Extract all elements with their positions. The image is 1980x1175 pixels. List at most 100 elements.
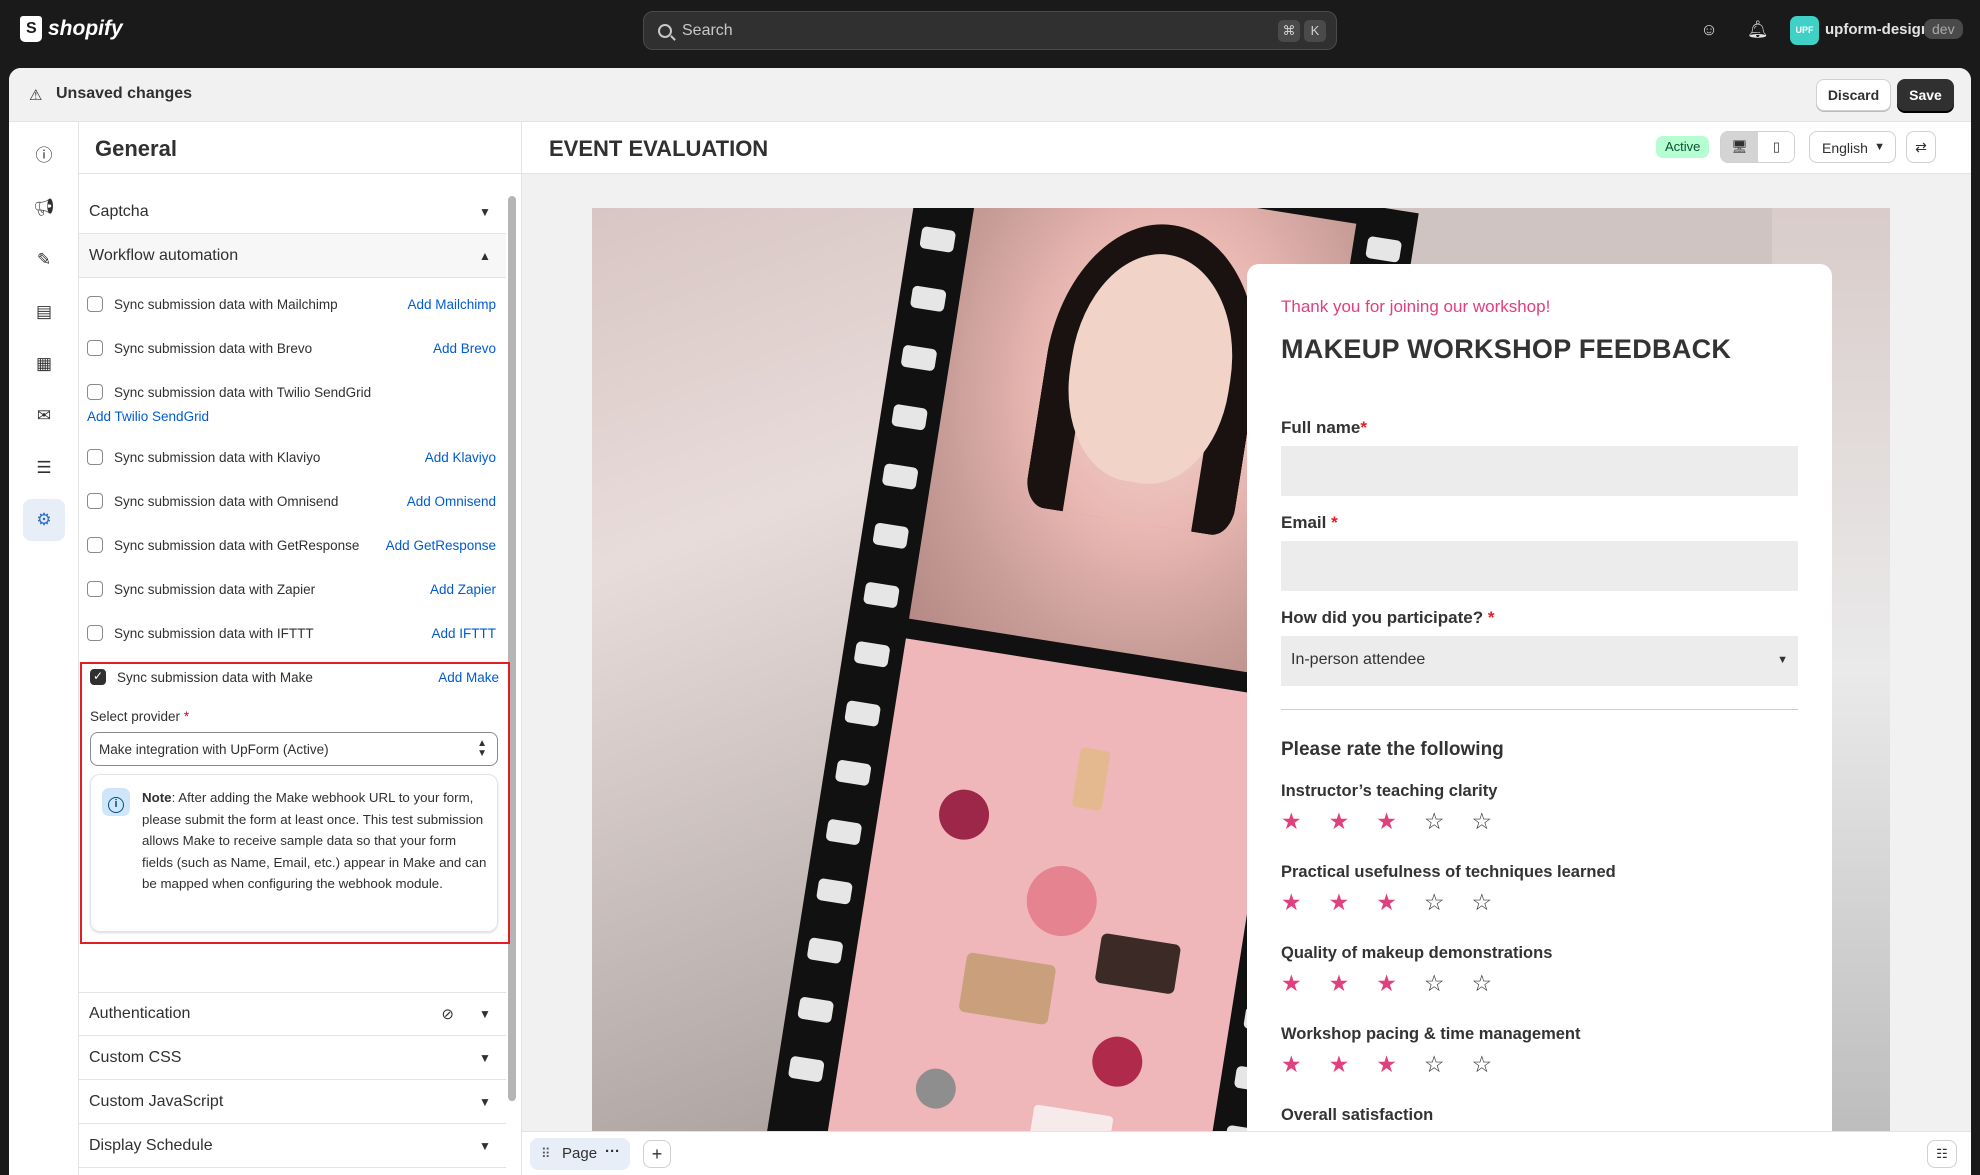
mail-icon[interactable]: ✉ [23, 395, 65, 437]
star-filled-icon[interactable]: ★ [1281, 1053, 1302, 1076]
star-filled-icon[interactable]: ★ [1329, 891, 1350, 914]
discard-button[interactable]: Discard [1816, 79, 1891, 111]
search-icon [658, 23, 672, 38]
eye-off-icon[interactable]: ⊘ [441, 1005, 454, 1023]
accordion-label: Captcha [89, 202, 149, 220]
checkbox[interactable] [87, 384, 103, 400]
star-empty-icon[interactable]: ☆ [1472, 1053, 1493, 1076]
star-empty-icon[interactable]: ☆ [1472, 891, 1493, 914]
store-name[interactable]: upform-design [1825, 21, 1930, 38]
megaphone-icon[interactable]: 📢︎ [23, 187, 65, 229]
info-icon[interactable]: ⓘ [23, 135, 65, 177]
form-icon[interactable]: ▦ [23, 343, 65, 385]
add-klaviyo-link[interactable]: Add Klaviyo [425, 450, 496, 465]
checkbox[interactable] [87, 493, 103, 509]
star-empty-icon[interactable]: ☆ [1472, 972, 1493, 995]
search-input[interactable]: Search ⌘ K [643, 11, 1337, 50]
drag-handle-icon[interactable]: ⠿ [541, 1146, 551, 1162]
checkbox[interactable] [87, 537, 103, 553]
accordion-authentication[interactable]: Authentication ⊘ ▼ [79, 992, 506, 1036]
panel-title: General [95, 136, 177, 161]
star-empty-icon[interactable]: ☆ [1472, 810, 1493, 833]
add-brevo-link[interactable]: Add Brevo [433, 341, 496, 356]
integration-label: Sync submission data with Twilio SendGri… [114, 385, 372, 400]
add-ifttt-link[interactable]: Add IFTTT [431, 626, 496, 641]
add-zapier-link[interactable]: Add Zapier [430, 582, 496, 597]
make-integration-highlight: ✓ Sync submission data with Make Add Mak… [80, 662, 510, 944]
shopify-bag-icon [20, 16, 42, 42]
add-getresponse-link[interactable]: Add GetResponse [386, 538, 496, 553]
preview-settings-icon[interactable]: ⇄ [1906, 131, 1936, 163]
accordion-custom-javascript[interactable]: Custom JavaScript ▼ [79, 1080, 506, 1124]
panel-scrollbar[interactable] [508, 196, 516, 1101]
star-filled-icon[interactable]: ★ [1376, 972, 1397, 995]
chevron-down-icon: ▼ [479, 204, 491, 219]
accordion-display-schedule[interactable]: Display Schedule ▼ [79, 1124, 506, 1168]
page-tab[interactable]: ⠿ Page ··· [530, 1138, 630, 1170]
star-filled-icon[interactable]: ★ [1376, 891, 1397, 914]
star-empty-icon[interactable]: ☆ [1424, 972, 1445, 995]
star-filled-icon[interactable]: ★ [1329, 810, 1350, 833]
filter-icon[interactable]: ☰ [23, 447, 65, 489]
participation-select[interactable]: In-person attendee ▼ [1281, 636, 1798, 686]
star-empty-icon[interactable]: ☆ [1424, 1053, 1445, 1076]
accordion-workflow-automation[interactable]: Workflow automation ▲ [79, 234, 506, 278]
chevron-down-icon: ▼ [479, 1050, 491, 1065]
add-omnisend-link[interactable]: Add Omnisend [407, 494, 496, 509]
star-rating[interactable]: ★ ★ ★ ☆ ☆ [1281, 1053, 1492, 1076]
checkbox[interactable] [87, 340, 103, 356]
save-button[interactable]: Save [1897, 79, 1954, 111]
brush-icon[interactable]: ✎ [23, 239, 65, 281]
warning-icon: ⚠ [29, 87, 43, 104]
email-input[interactable] [1281, 541, 1798, 591]
more-icon[interactable]: ··· [605, 1143, 620, 1160]
add-mailchimp-link[interactable]: Add Mailchimp [407, 297, 496, 312]
checkbox-checked[interactable]: ✓ [90, 669, 106, 685]
brand-name: shopify [48, 17, 123, 40]
chevron-down-icon: ▼ [479, 1094, 491, 1109]
checkbox[interactable] [87, 625, 103, 641]
add-twilio-sendgrid-link[interactable]: Add Twilio SendGrid [87, 409, 209, 424]
star-filled-icon[interactable]: ★ [1281, 810, 1302, 833]
mobile-icon[interactable]: ▯ [1758, 132, 1794, 162]
star-rating[interactable]: ★ ★ ★ ☆ ☆ [1281, 972, 1492, 995]
rating-question: Practical usefulness of techniques learn… [1281, 863, 1616, 881]
full-name-input[interactable] [1281, 446, 1798, 496]
integration-row-sendgrid: Sync submission data with Twilio SendGri… [79, 382, 506, 404]
accordion-label: Workflow automation [89, 246, 239, 264]
note-text: Note: After adding the Make webhook URL … [142, 790, 487, 892]
star-filled-icon[interactable]: ★ [1329, 972, 1350, 995]
store-avatar[interactable]: UPF [1790, 16, 1819, 45]
shopify-logo[interactable]: shopify [20, 16, 123, 42]
language-value: English [1822, 140, 1868, 156]
provider-select[interactable]: Make integration with UpForm (Active) ▲ ▼ [90, 732, 498, 766]
checkbox[interactable] [87, 449, 103, 465]
integration-row-omnisend: Sync submission data with Omnisend Add O… [79, 491, 506, 513]
bell-icon[interactable]: 🔔︎ [1747, 20, 1769, 40]
sidekick-icon[interactable]: ☺ [1699, 20, 1719, 40]
star-filled-icon[interactable]: ★ [1281, 972, 1302, 995]
checkbox[interactable] [87, 296, 103, 312]
language-select[interactable]: English ▼ [1809, 131, 1896, 163]
star-filled-icon[interactable]: ★ [1376, 1053, 1397, 1076]
star-empty-icon[interactable]: ☆ [1424, 891, 1445, 914]
star-filled-icon[interactable]: ★ [1281, 891, 1302, 914]
checkbox[interactable] [87, 581, 103, 597]
accordion-captcha[interactable]: Captcha ▼ [79, 190, 506, 234]
blocks-icon[interactable]: ▤ [23, 291, 65, 333]
form-name-title: EVENT EVALUATION [549, 136, 769, 161]
dev-badge: dev [1924, 19, 1963, 39]
sliders-icon[interactable]: ☷ [1927, 1140, 1957, 1168]
gear-icon[interactable]: ⚙ [23, 499, 65, 541]
add-page-button[interactable]: + [643, 1140, 671, 1168]
desktop-icon[interactable]: 🖥︎ [1721, 132, 1758, 162]
add-make-link[interactable]: Add Make [438, 670, 499, 685]
star-rating[interactable]: ★ ★ ★ ☆ ☆ [1281, 891, 1492, 914]
accordion-custom-css[interactable]: Custom CSS ▼ [79, 1036, 506, 1080]
star-filled-icon[interactable]: ★ [1376, 810, 1397, 833]
integration-label: Sync submission data with Klaviyo [114, 450, 321, 465]
star-empty-icon[interactable]: ☆ [1424, 810, 1445, 833]
participation-label: How did you participate? * [1281, 608, 1495, 627]
star-filled-icon[interactable]: ★ [1329, 1053, 1350, 1076]
star-rating[interactable]: ★ ★ ★ ☆ ☆ [1281, 810, 1492, 833]
